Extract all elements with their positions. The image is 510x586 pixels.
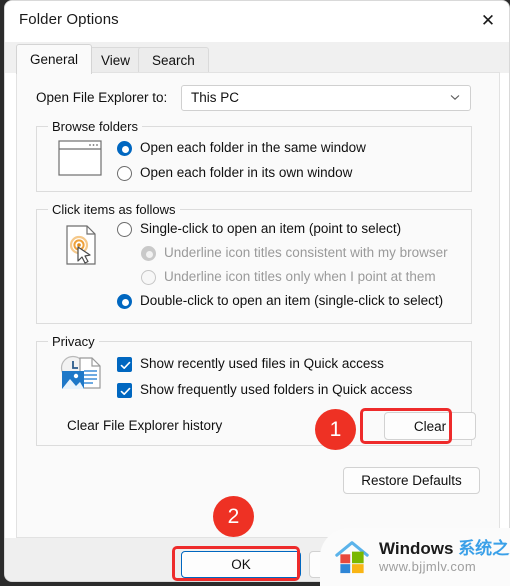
annotation-badge-1-label: 1 <box>329 417 342 441</box>
tab-content-general: Open File Explorer to: This PC Browse fo… <box>16 72 500 538</box>
tab-view-label: View <box>101 53 131 68</box>
clear-button-label: Clear <box>413 418 447 434</box>
ok-button-label: OK <box>231 557 251 572</box>
clear-button[interactable]: Clear <box>384 412 476 440</box>
checkbox-frequent-folders[interactable] <box>117 383 132 398</box>
tab-general-label: General <box>30 52 79 67</box>
radio-underline-hover <box>141 270 156 285</box>
radio-same-window-label: Open each folder in the same window <box>140 140 366 155</box>
privacy-title: Privacy <box>48 334 99 349</box>
chevron-down-icon <box>450 95 460 100</box>
close-icon: ✕ <box>480 11 496 31</box>
check-icon <box>120 387 131 395</box>
open-file-explorer-row: Open File Explorer to: This PC <box>17 73 501 119</box>
browse-folders-title: Browse folders <box>48 119 142 134</box>
close-button[interactable]: ✕ <box>465 1 509 42</box>
privacy-group: Privacy Show recently used files in Quic… <box>36 334 476 446</box>
tab-search-label: Search <box>152 53 195 68</box>
watermark-text: Windows 系统之家 www.bjjmlv.com <box>379 540 510 573</box>
watermark: Windows 系统之家 www.bjjmlv.com <box>320 528 510 586</box>
title-bar: Folder Options ✕ <box>5 1 509 42</box>
check-icon <box>120 361 131 369</box>
radio-same-window[interactable] <box>117 141 132 156</box>
clear-history-label: Clear File Explorer history <box>67 418 223 433</box>
annotation-badge-1: 1 <box>315 409 356 450</box>
click-pointer-document-icon <box>66 225 96 265</box>
windows-house-logo-icon <box>335 541 369 574</box>
radio-own-window-label: Open each folder in its own window <box>140 165 353 180</box>
tab-strip: General View Search <box>5 42 509 74</box>
tab-general[interactable]: General <box>16 44 93 74</box>
restore-defaults-button[interactable]: Restore Defaults <box>343 467 480 494</box>
window-title: Folder Options <box>19 11 119 28</box>
radio-double-click[interactable] <box>117 294 132 309</box>
screen: Folder Options ✕ General View Search Ope… <box>0 0 510 586</box>
open-file-explorer-value: This PC <box>191 90 240 105</box>
radio-underline-hover-label: Underline icon titles only when I point … <box>164 269 436 284</box>
tab-search[interactable]: Search <box>138 47 209 73</box>
radio-single-click[interactable] <box>117 222 132 237</box>
radio-underline-always <box>141 246 156 261</box>
watermark-brand: Windows 系统之家 <box>379 540 510 559</box>
tab-view[interactable]: View <box>87 47 145 73</box>
radio-double-click-label: Double-click to open an item (single-cli… <box>140 293 444 308</box>
browse-folders-group: Browse folders Open each folder in the s… <box>36 119 472 192</box>
annotation-badge-2: 2 <box>213 496 254 537</box>
annotation-badge-2-label: 2 <box>227 504 240 528</box>
ok-button[interactable]: OK <box>181 551 301 578</box>
radio-single-click-label: Single-click to open an item (point to s… <box>140 221 402 236</box>
recent-files-history-icon <box>60 355 101 389</box>
click-items-group: Click items as follows Single-click to o… <box>36 202 472 324</box>
checkbox-frequent-folders-label: Show frequently used folders in Quick ac… <box>140 382 413 397</box>
folder-options-dialog: Folder Options ✕ General View Search Ope… <box>4 0 510 582</box>
watermark-brand-cn: 系统之家 <box>458 539 510 560</box>
restore-defaults-label: Restore Defaults <box>361 473 462 488</box>
radio-own-window[interactable] <box>117 166 132 181</box>
radio-underline-always-label: Underline icon titles consistent with my… <box>164 245 448 260</box>
click-items-title: Click items as follows <box>48 202 180 217</box>
open-file-explorer-label: Open File Explorer to: <box>36 90 168 105</box>
checkbox-recent-files-label: Show recently used files in Quick access <box>140 356 384 371</box>
watermark-url: www.bjjmlv.com <box>379 559 477 575</box>
window-outline-icon <box>58 140 102 176</box>
watermark-brand-en: Windows <box>379 539 459 559</box>
open-file-explorer-dropdown[interactable]: This PC <box>181 85 471 111</box>
checkbox-recent-files[interactable] <box>117 357 132 372</box>
